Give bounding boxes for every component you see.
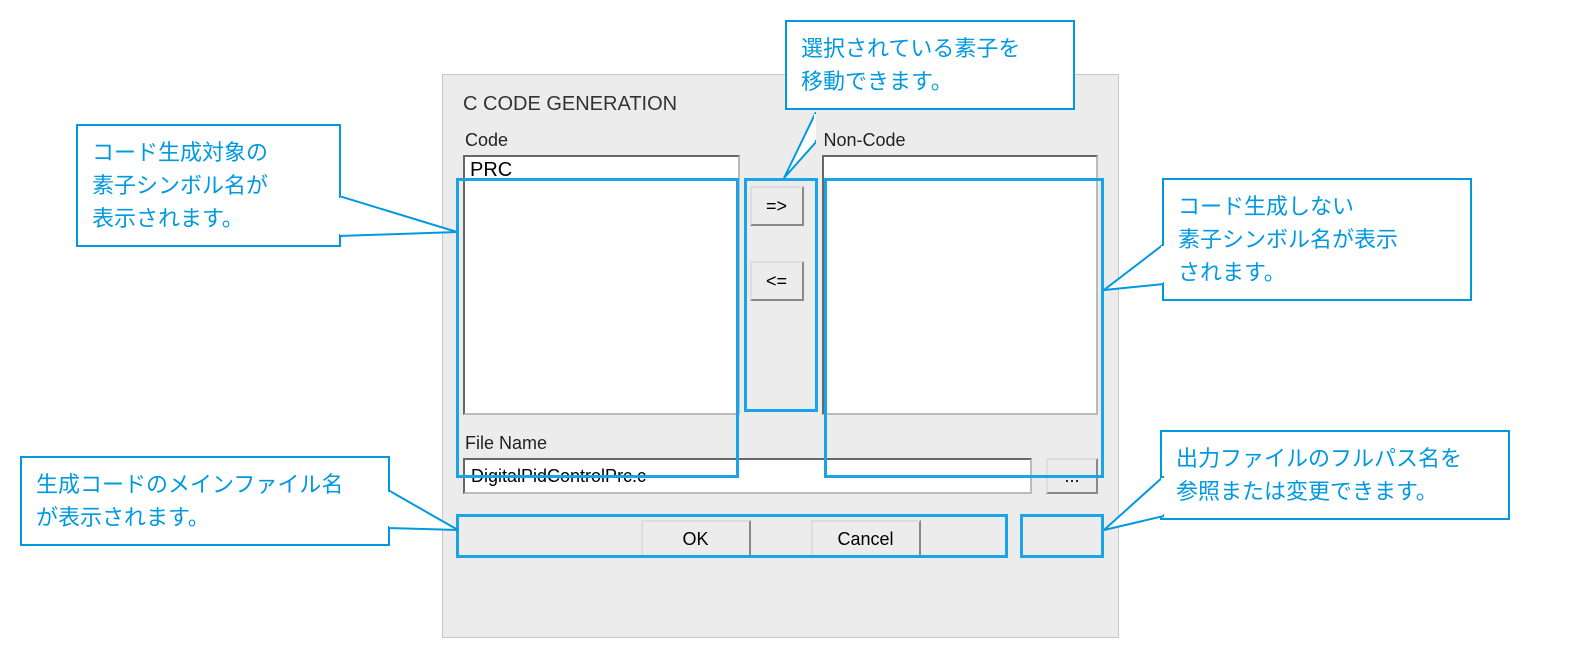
callout-browse: 出力ファイルのフルパス名を 参照または変更できます。 (1160, 430, 1510, 520)
callout-pointer-icon (339, 196, 459, 256)
callout-code-list: コード生成対象の 素子シンボル名が 表示されます。 (76, 124, 341, 247)
code-label: Code (463, 126, 740, 155)
callout-move-buttons: 選択されている素子を 移動できます。 (785, 20, 1075, 110)
file-name-input[interactable] (463, 458, 1032, 494)
cancel-button[interactable]: Cancel (811, 520, 921, 558)
action-buttons: OK Cancel (443, 494, 1118, 568)
code-listbox[interactable]: PRC (463, 155, 740, 415)
callout-pointer-icon (388, 490, 460, 540)
noncode-listbox[interactable] (822, 155, 1099, 415)
list-item[interactable]: PRC (470, 159, 733, 182)
callout-pointer-icon (1102, 240, 1164, 300)
file-input-row: ... (463, 458, 1098, 494)
ok-button[interactable]: OK (641, 520, 751, 558)
code-group: Code PRC (463, 126, 740, 415)
move-right-button[interactable]: => (750, 186, 804, 226)
move-left-button[interactable]: <= (750, 261, 804, 301)
callout-noncode-list: コード生成しない 素子シンボル名が表示 されます。 (1162, 178, 1472, 301)
callout-pointer-icon (1102, 476, 1164, 536)
noncode-group: Non-Code (822, 126, 1099, 415)
callout-filename: 生成コードのメインファイル名 が表示されます。 (20, 456, 390, 546)
browse-button[interactable]: ... (1046, 458, 1098, 494)
file-label: File Name (463, 429, 1098, 458)
callout-pointer-icon (776, 112, 816, 182)
noncode-label: Non-Code (822, 126, 1099, 155)
file-row: File Name ... (443, 415, 1118, 494)
